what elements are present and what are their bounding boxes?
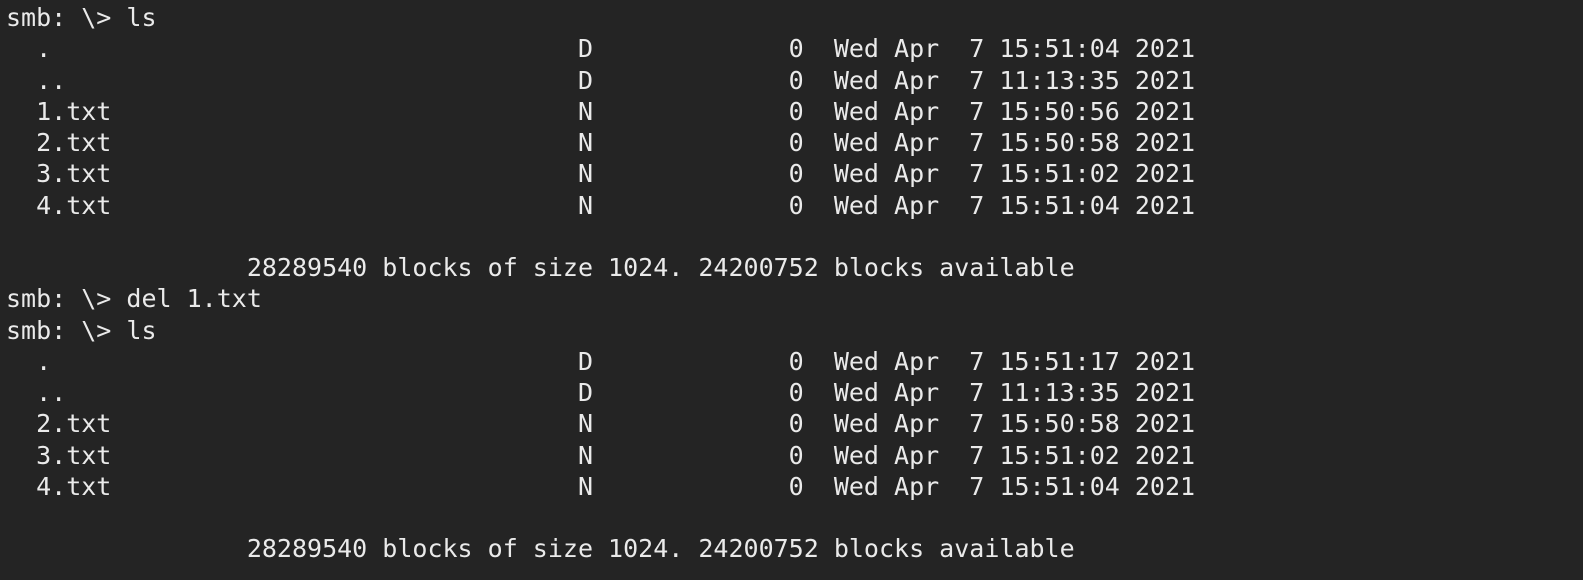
listing2-summary-line: 28289540 blocks of size 1024. 24200752 b… — [6, 534, 1075, 563]
terminal-output[interactable]: smb: \> ls . D 0 Wed Apr 7 15:51:04 2021… — [0, 0, 1583, 580]
listing1-block: . D 0 Wed Apr 7 15:51:04 2021 .. D 0 Wed… — [6, 34, 1195, 219]
prompt: smb: \> — [6, 284, 126, 313]
listing2-block: . D 0 Wed Apr 7 15:51:17 2021 .. D 0 Wed… — [6, 347, 1195, 501]
prompt: smb: \> — [6, 3, 126, 32]
prompt: smb: \> — [6, 316, 126, 345]
command-ls: ls — [126, 3, 156, 32]
listing1-summary-line: 28289540 blocks of size 1024. 24200752 b… — [6, 253, 1075, 282]
command-ls-2: ls — [126, 316, 156, 345]
listing1-summary: 28289540 blocks of size 1024. 24200752 b… — [247, 253, 1075, 282]
listing2-summary: 28289540 blocks of size 1024. 24200752 b… — [247, 534, 1075, 563]
command-del: del 1.txt — [126, 284, 261, 313]
